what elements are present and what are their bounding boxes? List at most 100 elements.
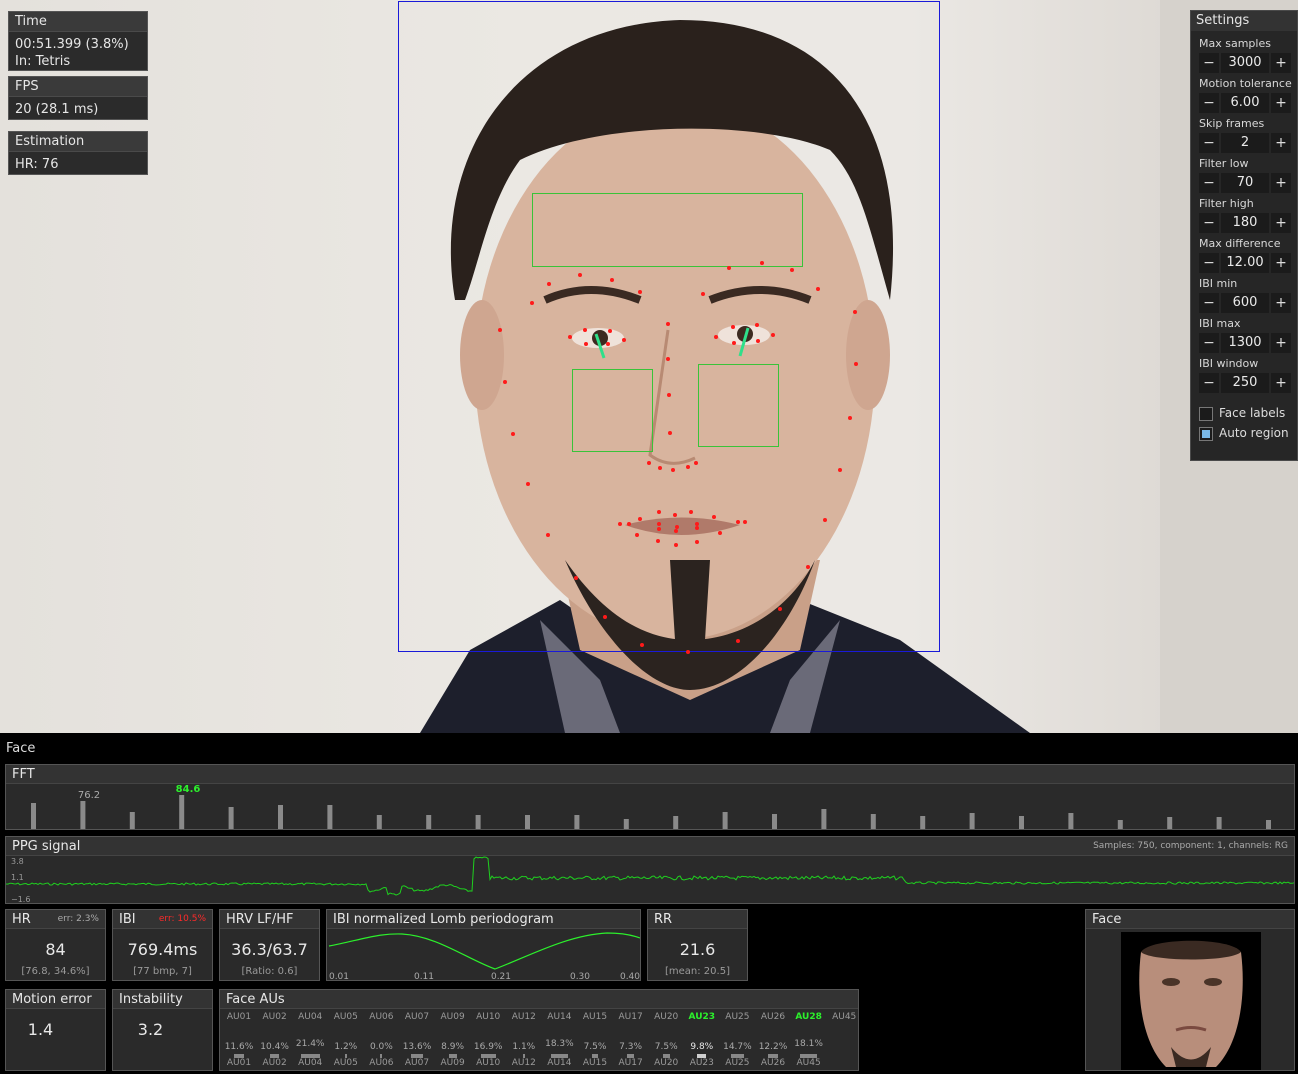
au-percentage: 7.5%	[654, 1042, 678, 1052]
landmark-dot	[638, 290, 642, 294]
ppg-ymin: −1.6	[11, 895, 30, 904]
fft-bar	[80, 801, 86, 829]
lomb-chart: 0.01 0.11 0.21 0.30 0.40	[328, 932, 640, 980]
increment-button[interactable]: +	[1271, 133, 1291, 153]
fps-value: 20 (28.1 ms)	[15, 102, 99, 117]
landmark-dot	[853, 310, 857, 314]
au-top-label: AU17	[618, 1012, 643, 1022]
lomb-curve	[328, 932, 640, 970]
decrement-button[interactable]: −	[1199, 293, 1219, 313]
fft-bar	[129, 812, 135, 829]
auto-region-checkbox[interactable]	[1199, 427, 1213, 441]
increment-button[interactable]: +	[1271, 293, 1291, 313]
decrement-button[interactable]: −	[1199, 333, 1219, 353]
decrement-button[interactable]: −	[1199, 253, 1219, 273]
setting-ibi-window: IBI window −250 +	[1191, 356, 1297, 394]
rr-panel: RR 21.6 [mean: 20.5]	[647, 909, 748, 981]
setting-value-field[interactable]: 1300	[1221, 333, 1269, 353]
au-top-label: AU20	[654, 1012, 679, 1022]
decrement-button[interactable]: −	[1199, 93, 1219, 113]
au-top-label: AU25	[725, 1012, 750, 1022]
decrement-button[interactable]: −	[1199, 173, 1219, 193]
setting-value-field[interactable]: 250	[1221, 373, 1269, 393]
setting-stepper: −1300 +	[1199, 332, 1291, 354]
setting-max-samples: Max samples −3000 +	[1191, 36, 1297, 74]
landmark-dot	[568, 335, 572, 339]
fft-bar	[1216, 817, 1222, 829]
landmark-dot	[530, 301, 534, 305]
decrement-button[interactable]: −	[1199, 53, 1219, 73]
hrv-value: 36.3/63.7	[231, 940, 308, 959]
au-bottom-label: AU17	[618, 1058, 643, 1068]
setting-stepper: −600 +	[1199, 292, 1291, 314]
setting-value-field[interactable]: 2	[1221, 133, 1269, 153]
au-percentage: 11.6%	[224, 1042, 254, 1052]
decrement-button[interactable]: −	[1199, 373, 1219, 393]
estimation-value: HR: 76	[15, 157, 59, 172]
au-percentage: 1.1%	[512, 1042, 536, 1052]
landmark-dot	[610, 278, 614, 282]
au-top-label: AU10	[476, 1012, 501, 1022]
au-bottom-label: AU05	[333, 1058, 358, 1068]
landmark-dot	[657, 510, 661, 514]
time-panel: Time 00:51.399 (3.8%) In: Tetris	[8, 11, 148, 71]
estimation-panel-title: Estimation	[9, 132, 147, 152]
decrement-button[interactable]: −	[1199, 133, 1219, 153]
au-bottom-label: AU01	[226, 1058, 252, 1068]
increment-button[interactable]: +	[1271, 373, 1291, 393]
increment-button[interactable]: +	[1271, 333, 1291, 353]
fft-bar	[1266, 820, 1271, 829]
increment-button[interactable]: +	[1271, 213, 1291, 233]
setting-value-field[interactable]: 600	[1221, 293, 1269, 313]
auto-region-label: Auto region	[1219, 426, 1289, 440]
setting-value-field[interactable]: 3000	[1221, 53, 1269, 73]
setting-stepper: −6.00 +	[1199, 92, 1291, 114]
landmark-dot	[667, 393, 671, 397]
au-bottom-label: AU07	[404, 1058, 430, 1068]
increment-button[interactable]: +	[1271, 253, 1291, 273]
au-bottom-label: AU14	[547, 1058, 572, 1068]
setting-stepper: −12.00 +	[1199, 252, 1291, 274]
fft-panel: FFT 76.2 84.6	[5, 764, 1295, 830]
dashboard-section-label: Face	[6, 741, 36, 756]
setting-value-field[interactable]: 12.00	[1221, 253, 1269, 273]
hr-panel: HR err: 2.3% 84 [76.8, 34.6%]	[5, 909, 106, 981]
ppg-info: Samples: 750, component: 1, channels: RG	[1093, 841, 1288, 851]
fft-bar	[1068, 813, 1074, 829]
landmark-dot	[755, 323, 759, 327]
setting-value-field[interactable]: 180	[1221, 213, 1269, 233]
landmark-dot	[675, 525, 679, 529]
fft-bar	[327, 805, 333, 829]
fft-title: FFT	[6, 765, 1294, 784]
rr-sub: [mean: 20.5]	[665, 966, 730, 977]
lomb-panel: IBI normalized Lomb periodogram 0.01 0.11…	[326, 909, 641, 981]
fft-bar	[525, 815, 530, 829]
face-labels-checkbox[interactable]	[1199, 407, 1213, 421]
increment-button[interactable]: +	[1271, 173, 1291, 193]
landmark-dot	[714, 335, 718, 339]
ibi-sub: [77 bmp, 7]	[133, 966, 192, 977]
au-bottom-label: AU23	[689, 1058, 714, 1068]
setting-value-field[interactable]: 6.00	[1221, 93, 1269, 113]
landmark-dot	[546, 533, 550, 537]
au-percentage: 8.9%	[441, 1042, 465, 1052]
au-percentage: 18.3%	[545, 1039, 574, 1049]
landmark-dot	[657, 527, 661, 531]
ppg-title: PPG signal Samples: 750, component: 1, c…	[6, 837, 1294, 856]
fft-bar	[426, 815, 432, 829]
increment-button[interactable]: +	[1271, 53, 1291, 73]
ppg-signal-line	[6, 856, 1294, 896]
setting-value-field[interactable]: 70	[1221, 173, 1269, 193]
landmark-dot	[727, 266, 731, 270]
face-aus-title: Face AUs	[220, 990, 858, 1009]
landmark-dot	[657, 522, 661, 526]
decrement-button[interactable]: −	[1199, 213, 1219, 233]
landmark-dot	[547, 282, 551, 286]
au-top-label: AU02	[262, 1012, 287, 1022]
fft-bar	[1167, 817, 1173, 829]
increment-button[interactable]: +	[1271, 93, 1291, 113]
landmark-dot	[673, 513, 677, 517]
au-top-label: AU05	[333, 1012, 358, 1022]
au-top-label: AU15	[582, 1012, 608, 1022]
au-bottom-label: AU20	[654, 1058, 679, 1068]
